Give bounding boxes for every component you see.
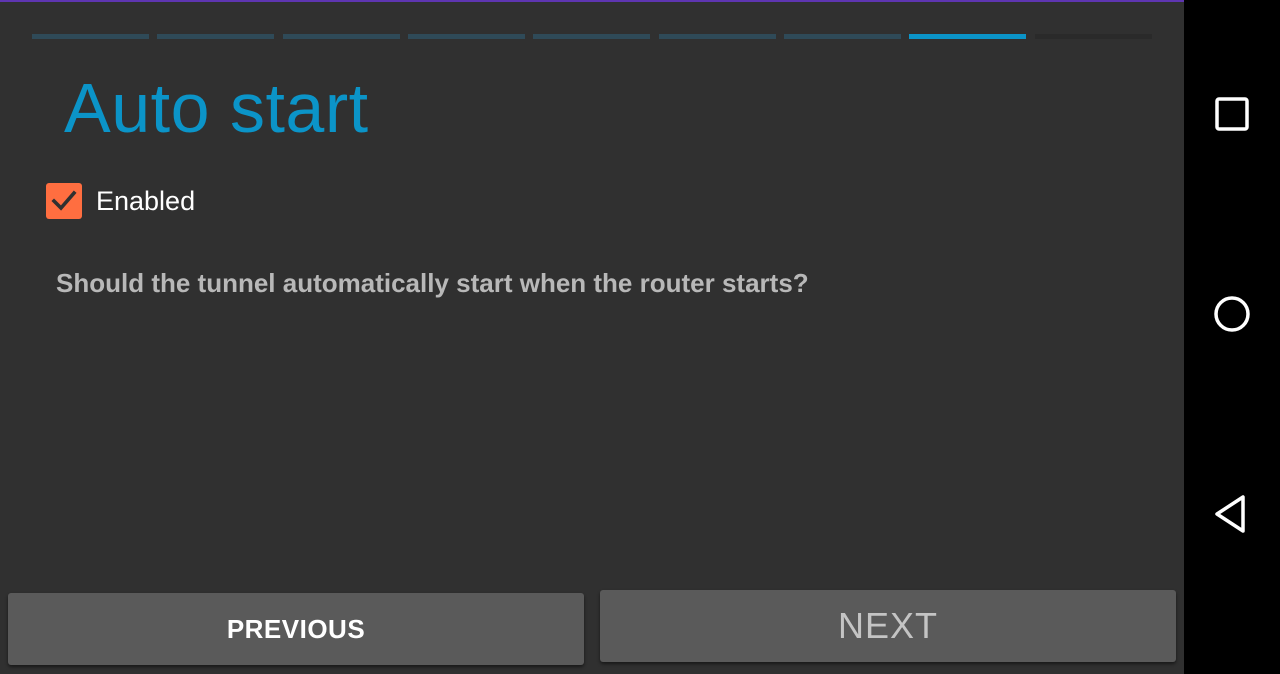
- enabled-checkbox[interactable]: [46, 183, 82, 219]
- back-button[interactable]: [1202, 484, 1262, 544]
- wizard-screen: Auto start Enabled Should the tunnel aut…: [0, 0, 1184, 674]
- previous-button[interactable]: PREVIOUS: [8, 593, 584, 665]
- progress-step-current: [909, 34, 1026, 39]
- previous-button-label: PREVIOUS: [226, 613, 366, 644]
- progress-step: [659, 34, 776, 39]
- recents-button[interactable]: [1202, 84, 1262, 144]
- next-button[interactable]: NEXT: [600, 590, 1176, 662]
- top-accent-line: [0, 0, 1184, 2]
- progress-step: [533, 34, 650, 39]
- progress-step: [157, 34, 274, 39]
- home-icon: [1214, 296, 1250, 332]
- progress-step: [784, 34, 901, 39]
- progress-step: [408, 34, 525, 39]
- page-title: Auto start: [64, 69, 369, 147]
- back-icon: [1215, 495, 1245, 533]
- next-button-label: NEXT: [837, 605, 938, 646]
- checkmark-icon: [51, 190, 77, 211]
- enabled-checkbox-label: Enabled: [96, 185, 196, 216]
- recents-icon: [1215, 97, 1249, 131]
- home-button[interactable]: [1202, 284, 1262, 344]
- progress-step: [283, 34, 400, 39]
- system-navigation-bar: [1184, 0, 1280, 674]
- enabled-checkbox-row[interactable]: Enabled: [46, 182, 195, 220]
- step-progress-bar: [32, 34, 1152, 40]
- progress-step: [32, 34, 149, 39]
- progress-step: [1035, 34, 1152, 39]
- step-description: Should the tunnel automatically start wh…: [56, 268, 809, 298]
